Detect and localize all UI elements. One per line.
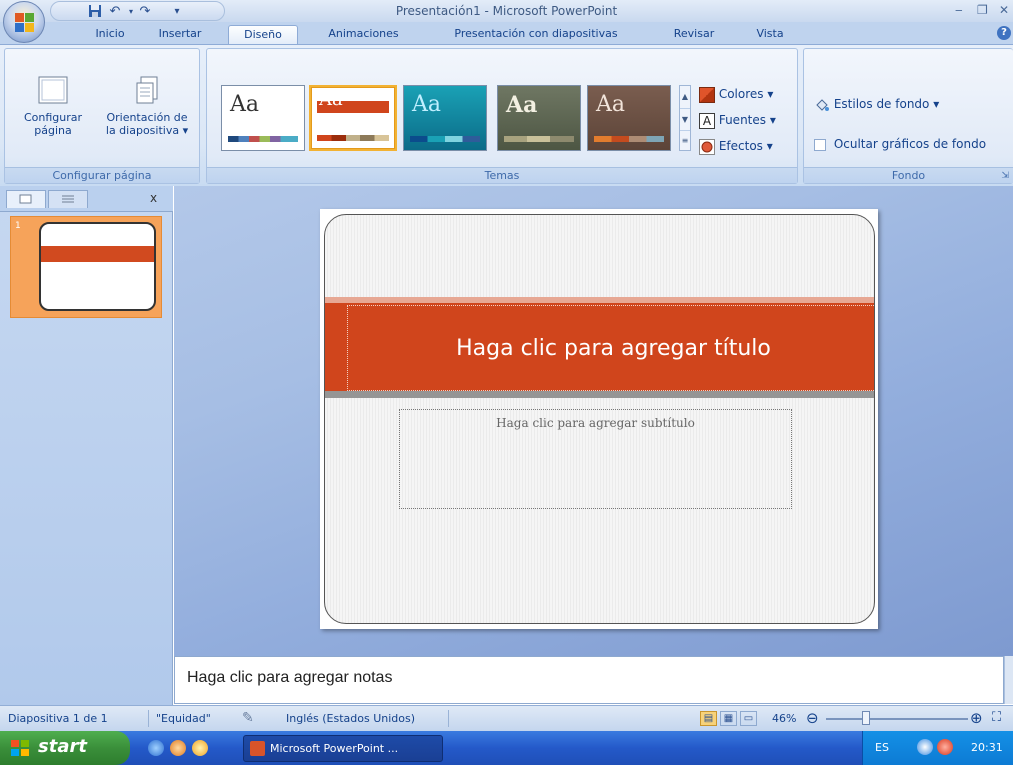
fonts-icon: A xyxy=(699,112,715,129)
ribbon: Configurar página Orientación de la diap… xyxy=(0,44,1013,186)
close-pane-icon[interactable]: x xyxy=(150,191,157,205)
taskbar-powerpoint-item[interactable]: Microsoft PowerPoint ... xyxy=(243,735,443,762)
language-status[interactable]: Inglés (Estados Unidos) xyxy=(286,712,415,725)
firefox-icon[interactable] xyxy=(170,740,186,756)
zoom-in-icon[interactable]: ⊕ xyxy=(970,709,983,727)
slide-canvas: Haga clic para agregar título Haga clic … xyxy=(174,186,1013,656)
normal-view-icon[interactable]: ▤ xyxy=(700,711,717,726)
slide-number: 1 xyxy=(15,221,21,231)
tab-presentacion[interactable]: Presentación con diapositivas xyxy=(436,25,636,44)
configure-page-button[interactable]: Configurar página xyxy=(13,75,93,137)
paint-bucket-icon xyxy=(814,97,830,113)
effects-icon xyxy=(699,138,715,155)
zoom-slider-thumb[interactable] xyxy=(862,711,870,725)
help-icon[interactable]: ? xyxy=(997,26,1011,40)
page-setup-icon xyxy=(37,75,69,105)
colors-icon xyxy=(699,86,715,103)
start-button[interactable]: start xyxy=(0,731,130,765)
windows-logo-icon xyxy=(10,739,30,757)
slide-count-status: Diapositiva 1 de 1 xyxy=(8,712,108,725)
theme-name-status: "Equidad" xyxy=(156,712,211,725)
theme-flujo[interactable]: Aa xyxy=(403,85,487,151)
slide-frame: Haga clic para agregar título Haga clic … xyxy=(324,214,875,624)
dialog-launcher-icon[interactable]: ⇲ xyxy=(1001,168,1009,184)
slide-thumbnail-row[interactable]: 1 xyxy=(10,216,162,318)
powerpoint-icon xyxy=(250,741,265,756)
language-indicator[interactable]: ES xyxy=(875,741,889,754)
network-icon[interactable] xyxy=(917,739,933,755)
slides-tab[interactable] xyxy=(6,190,46,208)
hide-background-graphics-checkbox[interactable]: Ocultar gráficos de fondo xyxy=(814,135,986,153)
slide-sorter-view-icon[interactable]: ▦ xyxy=(720,711,737,726)
pane-tabs: x xyxy=(0,186,173,212)
internet-explorer-icon[interactable] xyxy=(148,740,164,756)
themes-group-label: Temas xyxy=(207,167,797,183)
background-styles-button[interactable]: Estilos de fondo ▾ xyxy=(814,95,939,113)
gallery-down-icon[interactable]: ▼ xyxy=(680,108,690,130)
restore-icon[interactable]: ❐ xyxy=(977,3,988,17)
security-icon[interactable] xyxy=(937,739,953,755)
theme-fundicion[interactable]: Aa xyxy=(497,85,581,151)
tab-animaciones[interactable]: Animaciones xyxy=(311,25,416,44)
tab-insertar[interactable]: Insertar xyxy=(145,25,215,44)
effects-button[interactable]: Efectos ▾ xyxy=(699,137,773,155)
clock: 20:31 xyxy=(971,741,1003,754)
minimize-icon[interactable]: ‒ xyxy=(955,3,963,17)
close-icon[interactable]: ✕ xyxy=(999,3,1009,17)
page-setup-group-label: Configurar página xyxy=(5,167,199,183)
themes-gallery-scroll[interactable]: ▲ ▼ ≡ xyxy=(679,85,691,151)
notes-scrollbar[interactable] xyxy=(1004,656,1013,704)
tab-inicio[interactable]: Inicio xyxy=(79,25,141,44)
checkbox-icon[interactable] xyxy=(814,138,826,151)
themes-group: Aa Aa Aa Aa Aa ▲ ▼ ≡ Colores ▾ A Fuentes… xyxy=(206,48,798,184)
tab-revisar[interactable]: Revisar xyxy=(664,25,724,44)
media-player-icon[interactable] xyxy=(192,740,208,756)
tab-vista[interactable]: Vista xyxy=(744,25,796,44)
fonts-button[interactable]: A Fuentes ▾ xyxy=(699,111,776,129)
status-bar: Diapositiva 1 de 1 "Equidad" ✎ Inglés (E… xyxy=(0,705,1013,731)
spellcheck-icon[interactable]: ✎ xyxy=(242,710,254,726)
slide-orientation-button[interactable]: Orientación de la diapositiva ▾ xyxy=(97,75,197,137)
background-group-label: Fondo ⇲ xyxy=(804,167,1013,183)
gallery-more-icon[interactable]: ≡ xyxy=(680,130,690,150)
tab-diseno[interactable]: Diseño xyxy=(228,25,298,44)
slideshow-view-icon[interactable]: ▭ xyxy=(740,711,757,726)
notes-placeholder: Haga clic para agregar notas xyxy=(187,669,393,686)
office-logo-icon xyxy=(15,13,35,33)
system-tray: ES 20:31 xyxy=(862,731,1013,765)
outline-tab[interactable] xyxy=(48,190,88,208)
fit-to-window-icon[interactable]: ⛶ xyxy=(992,710,1001,725)
background-group: Estilos de fondo ▾ Ocultar gráficos de f… xyxy=(803,48,1013,184)
colors-button[interactable]: Colores ▾ xyxy=(699,85,773,103)
subtitle-placeholder[interactable]: Haga clic para agregar subtítulo xyxy=(399,409,792,509)
theme-mirador[interactable]: Aa xyxy=(587,85,671,151)
title-bar: ↶ ▾ ↷ ▾ Presentación1 - Microsoft PowerP… xyxy=(0,0,1013,22)
slide[interactable]: Haga clic para agregar título Haga clic … xyxy=(320,209,878,629)
zoom-out-icon[interactable]: ⊖ xyxy=(806,709,819,727)
notes-pane[interactable]: Haga clic para agregar notas xyxy=(174,656,1004,704)
slide-thumbnail[interactable] xyxy=(39,222,156,311)
slides-pane: x 1 xyxy=(0,186,173,706)
theme-equidad-selected[interactable]: Aa xyxy=(309,85,397,151)
office-button[interactable] xyxy=(3,1,45,43)
gallery-up-icon[interactable]: ▲ xyxy=(680,86,690,108)
page-setup-group: Configurar página Orientación de la diap… xyxy=(4,48,200,184)
zoom-slider[interactable] xyxy=(826,711,968,725)
window-title: Presentación1 - Microsoft PowerPoint xyxy=(395,4,618,18)
theme-office[interactable]: Aa xyxy=(221,85,305,151)
orientation-icon xyxy=(131,75,163,105)
title-placeholder[interactable]: Haga clic para agregar título xyxy=(347,305,874,391)
ribbon-tabs: Inicio Insertar Diseño Animaciones Prese… xyxy=(0,22,1013,44)
zoom-level[interactable]: 46% xyxy=(772,712,796,725)
taskbar: start Microsoft PowerPoint ... ES 20:31 xyxy=(0,731,1013,765)
